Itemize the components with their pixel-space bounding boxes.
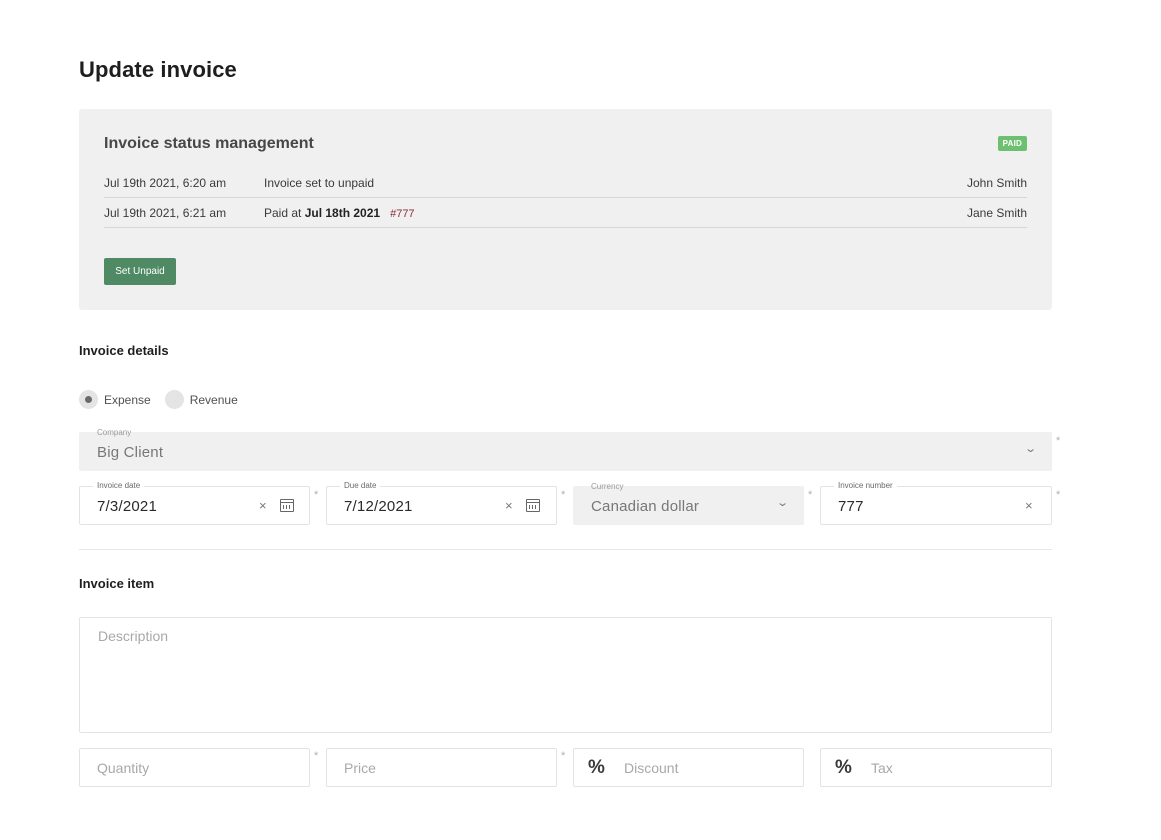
discount-placeholder: Discount xyxy=(624,760,679,776)
section-divider xyxy=(79,549,1052,550)
expense-radio-label[interactable]: Expense xyxy=(104,393,151,407)
revenue-radio-label[interactable]: Revenue xyxy=(190,393,238,407)
required-marker: * xyxy=(1056,435,1061,447)
invoice-details-title: Invoice details xyxy=(79,343,169,358)
invoice-item-title: Invoice item xyxy=(79,576,155,591)
status-panel-title: Invoice status management xyxy=(104,135,314,152)
log-paid-date: Jul 18th 2021 xyxy=(304,206,381,220)
clear-icon[interactable]: × xyxy=(505,498,513,513)
chevron-down-icon[interactable]: ⌄ xyxy=(776,496,789,509)
log-user: John Smith xyxy=(966,176,1027,190)
log-user: Jane Smith xyxy=(966,206,1027,220)
calendar-icon[interactable] xyxy=(526,499,540,512)
due-date-field[interactable]: Due date 7/12/2021 × xyxy=(326,480,557,525)
tax-placeholder: Tax xyxy=(871,760,893,776)
description-textarea[interactable]: Description xyxy=(79,617,1052,733)
status-badge: PAID xyxy=(997,136,1027,151)
log-message: Paid at Jul 18th 2021 #777 xyxy=(264,206,415,220)
page-title: Update invoice xyxy=(79,57,237,82)
clear-icon[interactable]: × xyxy=(1025,498,1033,513)
log-date: Jul 19th 2021, 6:21 am xyxy=(104,206,227,220)
price-placeholder: Price xyxy=(344,760,376,776)
due-date-value: 7/12/2021 xyxy=(344,498,413,515)
company-value: Big Client xyxy=(97,444,164,461)
required-marker: * xyxy=(561,489,566,501)
company-select[interactable]: Company Big Client ⌄ xyxy=(79,428,1052,471)
log-message: Invoice set to unpaid xyxy=(264,176,375,190)
required-marker: * xyxy=(561,750,566,762)
quantity-placeholder: Quantity xyxy=(97,760,150,776)
due-date-label: Due date xyxy=(340,480,381,492)
invoice-status-panel: Invoice status management PAID Jul 19th … xyxy=(79,109,1052,310)
description-placeholder: Description xyxy=(98,628,169,644)
invoice-date-field[interactable]: Invoice date 7/3/2021 × xyxy=(79,480,310,525)
percent-icon: % xyxy=(588,757,605,778)
quantity-input[interactable]: Quantity xyxy=(79,748,310,787)
required-marker: * xyxy=(1056,489,1061,501)
set-unpaid-button[interactable]: Set Unpaid xyxy=(104,258,176,285)
required-marker: * xyxy=(314,750,319,762)
invoice-date-label: Invoice date xyxy=(93,480,145,492)
discount-input[interactable]: % Discount xyxy=(573,748,804,787)
required-marker: * xyxy=(808,489,813,501)
invoice-number-label: Invoice number xyxy=(834,480,897,492)
required-marker: * xyxy=(314,489,319,501)
log-reference: #777 xyxy=(390,208,415,220)
revenue-radio[interactable] xyxy=(164,390,184,409)
calendar-icon[interactable] xyxy=(280,499,294,512)
invoice-number-value: 777 xyxy=(838,498,864,515)
status-log-row: Jul 19th 2021, 6:21 am Paid at Jul 18th … xyxy=(104,198,1027,228)
log-date: Jul 19th 2021, 6:20 am xyxy=(104,176,227,190)
price-input[interactable]: Price xyxy=(326,748,557,787)
invoice-number-field[interactable]: Invoice number 777 × xyxy=(820,480,1052,525)
currency-select[interactable]: Currency Canadian dollar ⌄ xyxy=(573,482,804,525)
chevron-down-icon[interactable]: ⌄ xyxy=(1024,442,1037,455)
tax-input[interactable]: % Tax xyxy=(820,748,1052,787)
radio-selected-dot xyxy=(85,396,92,403)
expense-radio[interactable] xyxy=(79,390,98,409)
invoice-date-value: 7/3/2021 xyxy=(97,498,157,515)
invoice-type-radio-group: Expense Revenue xyxy=(79,390,252,409)
company-label: Company xyxy=(97,428,132,437)
log-message-prefix: Paid at xyxy=(264,206,305,220)
percent-icon: % xyxy=(835,757,852,778)
currency-value: Canadian dollar xyxy=(591,498,700,515)
currency-label: Currency xyxy=(591,482,624,491)
clear-icon[interactable]: × xyxy=(259,498,267,513)
status-log-row: Jul 19th 2021, 6:20 am Invoice set to un… xyxy=(104,168,1027,198)
